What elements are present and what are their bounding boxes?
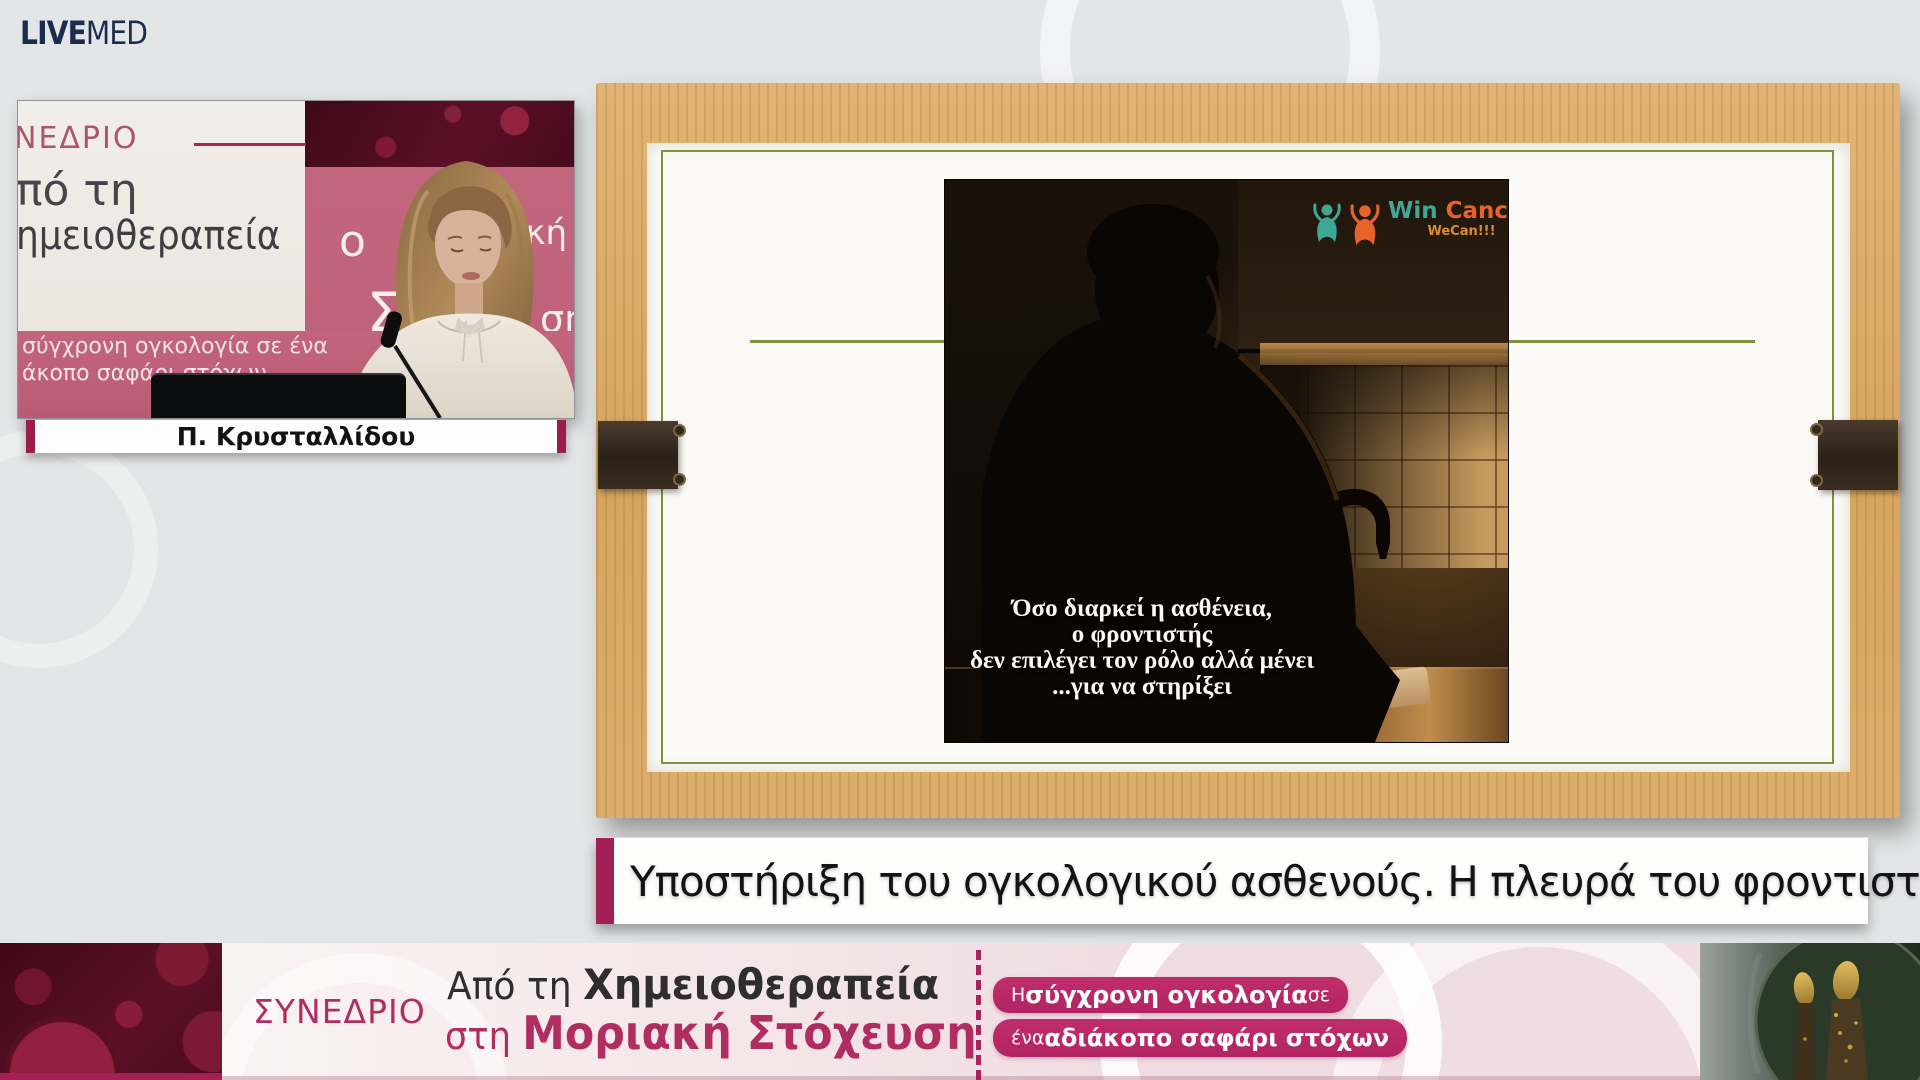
photo-caption-line: ο φροντιστής [956,622,1328,648]
talk-title: Υποστήριξη του ογκολογικού ασθενούς. Η π… [630,838,1920,924]
backdrop-title-line2: ημειοθεραπεία [17,213,281,259]
photo-caption-line: ...για να στηρίξει [956,674,1328,700]
congress-tagline-pill-1: Η σύγχρονη ογκολογία σε [993,977,1348,1013]
livemed-logo: LIVEMED [20,14,147,52]
clip-nub [673,424,686,437]
clip-nub [1810,474,1823,487]
photo-caption-line: Όσο διαρκεί η ασθένεια, [956,596,1328,622]
banner-bottom-line [222,1076,1700,1080]
clip-nub [673,473,686,486]
win-cancer-figures [1310,200,1383,248]
speaker-webcam-video: ΝΕΔΡΙΟ πό τη ημειοθεραπεία ο ριακή Σ ση … [17,100,575,419]
orange-person-icon [1347,202,1383,248]
congress-banner: ΣΥΝΕΔΡΙΟ Από τη Χημειοθεραπεία στη Μορια… [0,943,1920,1080]
win-cancer-logo: Win Cancer WeCan!!! [1310,200,1505,248]
slide-wood-frame: Όσο διαρκεί η ασθένεια, ο φροντιστής δεν… [596,83,1900,818]
clip-nub [1810,423,1823,436]
congress-title-line2: στη Μοριακή Στόχευση [445,1006,977,1060]
slide-left-clip [598,421,678,489]
banner-swirl-decoration [1330,943,1748,1080]
livemed-logo-bold: LIVE [20,14,86,52]
speaker-name: Π. Κρυσταλλίδου [26,420,566,453]
photo-caption-text: Όσο διαρκεί η ασθένεια, ο φροντιστής δεν… [956,596,1328,700]
background-swirl-decoration [0,430,158,668]
congress-tagline-pill-2: ένα αδιάκοπο σαφάρι στόχων [993,1019,1407,1057]
congress-title-line1: Από τη Χημειοθεραπεία [447,960,939,1009]
banner-dashed-divider [976,950,981,1080]
photo-caption-line: δεν επιλέγει τον ρόλο αλλά μένει [956,648,1328,674]
backdrop-strip-line1: σύγχρονη ογκολογία σε ένα [22,334,328,359]
win-cancer-wordmark: Win Cancer [1388,200,1508,223]
slide-paper: Όσο διαρκεί η ασθένεια, ο φροντιστής δεν… [647,143,1850,772]
livestream-stage: LIVEMED ΝΕΔΡΙΟ πό τη ημειοθεραπεία ο ρια… [0,0,1920,1080]
congress-label: ΣΥΝΕΔΡΙΟ [253,992,426,1031]
podium-laptop [151,373,406,419]
backdrop-title-line1: πό τη [17,165,138,216]
title-bar-accent [596,838,614,924]
livemed-logo-light: MED [86,14,147,52]
slide-right-clip [1818,420,1898,490]
banner-accent-bar [0,1073,222,1080]
backdrop-congress-word: ΝΕΔΡΙΟ [17,121,138,156]
slide-photo: Όσο διαρκεί η ασθένεια, ο φροντιστής δεν… [945,180,1508,742]
teal-person-icon [1310,202,1344,244]
win-cancer-tagline: WeCan!!! [1427,225,1495,238]
banner-sculpture-image [1700,943,1920,1080]
banner-cells-image [0,943,222,1080]
talk-title-bar: Υποστήριξη του ογκολογικού ασθενούς. Η π… [596,838,1868,924]
speaker-nameplate: Π. Κρυσταλλίδου [26,420,566,453]
